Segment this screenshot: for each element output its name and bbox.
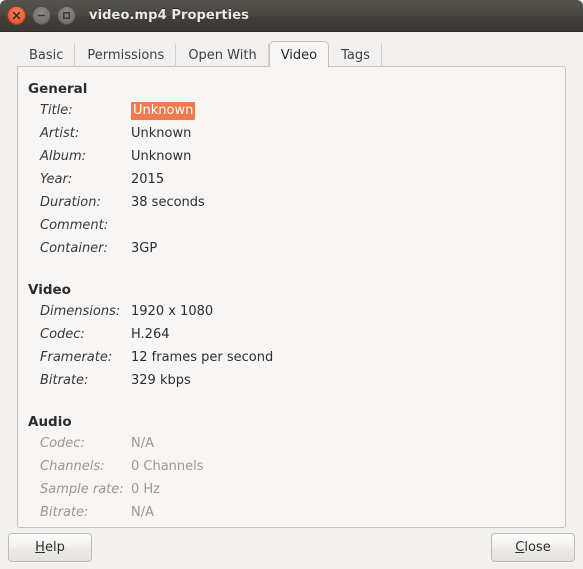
property-label: Album: (40, 149, 87, 164)
tab-bar: Basic Permissions Open With Video Tags (17, 40, 566, 68)
property-label: Container: (40, 241, 108, 256)
property-value[interactable]: 0 Hz (123, 482, 160, 497)
property-row: Duration: 38 seconds (18, 195, 565, 218)
property-value[interactable]: Unknown (123, 102, 196, 120)
properties-window: video.mp4 Properties Basic Permissions Ope… (0, 0, 583, 569)
property-value[interactable]: 1920 x 1080 (123, 304, 213, 319)
maximize-icon (63, 12, 70, 19)
close-label-rest: lose (524, 540, 551, 555)
help-mnemonic: H (35, 540, 45, 555)
section-heading: Video (28, 282, 71, 298)
property-value[interactable]: 2015 (123, 172, 164, 187)
property-row: Codec: N/A (18, 436, 565, 459)
section-audio: Audio Codec: N/A Channels: 0 Channels Sample … (18, 414, 565, 527)
section-general: General Title: Unknown Artist: Unknown Album:… (18, 81, 565, 264)
tab-open-with[interactable]: Open With (176, 43, 269, 67)
tab-bar-filler (382, 66, 566, 67)
property-rows: Codec: N/A Channels: 0 Channels Sample rate:… (18, 436, 565, 527)
properties-notebook: Basic Permissions Open With Video Tags Gener… (17, 40, 566, 528)
tab-video[interactable]: Video (268, 41, 330, 68)
property-row: Year: 2015 (18, 172, 565, 195)
property-value[interactable]: Unknown (123, 126, 191, 141)
property-label: Bitrate: (40, 373, 89, 388)
property-row: Artist: Unknown (18, 126, 565, 149)
window-titlebar[interactable]: video.mp4 Properties (0, 0, 583, 32)
property-row: Bitrate: 329 kbps (18, 373, 565, 396)
property-label: Channels: (40, 459, 105, 474)
property-row: Framerate: 12 frames per second (18, 350, 565, 373)
close-mnemonic: C (515, 540, 525, 555)
property-row: Title: Unknown (18, 102, 565, 126)
window-title: video.mp4 Properties (89, 8, 249, 23)
help-button[interactable]: Help (8, 533, 92, 562)
minimize-window-button[interactable] (32, 6, 51, 25)
property-value[interactable]: 329 kbps (123, 373, 191, 388)
property-row: Container: 3GP (18, 241, 565, 264)
close-button[interactable]: Close (491, 533, 575, 562)
property-label: Framerate: (40, 350, 113, 365)
window-controls (7, 6, 76, 25)
minimize-icon (37, 14, 46, 17)
property-rows: Dimensions: 1920 x 1080 Codec: H.264 Framera… (18, 304, 565, 396)
close-icon (12, 11, 21, 20)
property-row: Comment: (18, 218, 565, 241)
property-label: Bitrate: (40, 505, 89, 520)
maximize-window-button[interactable] (57, 6, 76, 25)
tab-basic[interactable]: Basic (17, 43, 76, 67)
property-row: Dimensions: 1920 x 1080 (18, 304, 565, 327)
property-label: Year: (40, 172, 73, 187)
property-rows: Title: Unknown Artist: Unknown Album: Unknown… (18, 102, 565, 264)
section-video: Video Dimensions: 1920 x 1080 Codec: H.264 Fr… (18, 282, 565, 396)
property-value[interactable]: 0 Channels (123, 459, 204, 474)
close-window-button[interactable] (7, 6, 26, 25)
property-label: Codec: (40, 327, 85, 342)
property-value[interactable]: Unknown (123, 149, 191, 164)
property-label: Dimensions: (40, 304, 121, 319)
section-heading: Audio (28, 414, 72, 430)
selected-value-text[interactable]: Unknown (131, 102, 196, 120)
property-label: Comment: (40, 218, 109, 233)
property-value[interactable]: 3GP (123, 241, 157, 256)
help-label-rest: elp (44, 540, 65, 555)
property-label: Title: (40, 103, 73, 118)
property-value[interactable]: N/A (123, 505, 154, 520)
property-label: Codec: (40, 436, 85, 451)
property-row: Bitrate: N/A (18, 505, 565, 527)
property-value[interactable]: 38 seconds (123, 195, 205, 210)
property-value[interactable]: 12 frames per second (123, 350, 273, 365)
property-label: Artist: (40, 126, 80, 141)
property-value[interactable]: H.264 (123, 327, 170, 342)
tab-permissions[interactable]: Permissions (75, 43, 177, 67)
dialog-action-area: Help Close (0, 533, 583, 569)
tab-panel-video: General Title: Unknown Artist: Unknown Album:… (17, 66, 566, 528)
property-row: Sample rate: 0 Hz (18, 482, 565, 505)
property-row: Codec: H.264 (18, 327, 565, 350)
tab-tags[interactable]: Tags (329, 43, 382, 67)
property-row: Album: Unknown (18, 149, 565, 172)
property-label: Sample rate: (40, 482, 124, 497)
property-value[interactable]: N/A (123, 436, 154, 451)
property-row: Channels: 0 Channels (18, 459, 565, 482)
property-label: Duration: (40, 195, 101, 210)
video-properties-content: General Title: Unknown Artist: Unknown Album:… (18, 67, 565, 527)
section-heading: General (28, 81, 88, 97)
